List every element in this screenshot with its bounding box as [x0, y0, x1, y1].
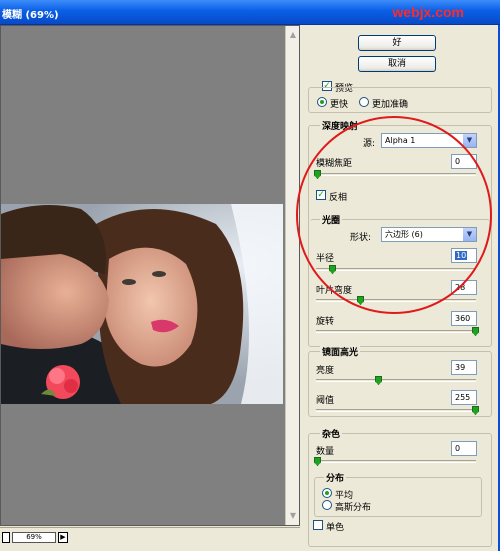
window-title: 模糊 (69%)	[2, 10, 59, 21]
zoom-out-button[interactable]	[2, 532, 10, 543]
brightness-field[interactable]: 39	[451, 360, 477, 375]
brightness-slider-track[interactable]	[316, 379, 476, 382]
scroll-up-icon[interactable]: ▲	[287, 29, 299, 41]
zoom-in-button[interactable]: ▶	[58, 532, 68, 543]
rotation-field[interactable]: 360	[451, 311, 477, 326]
preview-area	[0, 25, 300, 526]
gaussian-label: 高斯分布	[335, 503, 372, 513]
scroll-down-icon[interactable]: ▼	[287, 510, 299, 522]
ok-button[interactable]: 好	[358, 35, 436, 51]
distribution-heading: 分布	[324, 471, 347, 484]
title-bar: 模糊 (69%) webjx.com	[0, 0, 500, 25]
noise-heading: 杂色	[320, 427, 343, 440]
amount-field[interactable]: 0	[451, 441, 477, 456]
cancel-button[interactable]: 取消	[358, 56, 436, 72]
amount-slider-track[interactable]	[316, 460, 476, 463]
preview-vertical-scrollbar[interactable]: ▲ ▼	[285, 26, 299, 525]
faster-label: 更快	[330, 100, 349, 110]
faster-radio[interactable]	[317, 97, 327, 107]
specular-heading: 镜面高光	[320, 345, 361, 358]
threshold-slider-track[interactable]	[316, 409, 476, 412]
amount-label: 数量	[316, 447, 335, 457]
threshold-label: 阈值	[316, 396, 335, 406]
more-accurate-label: 更加准确	[372, 100, 409, 110]
brightness-label: 亮度	[316, 366, 335, 376]
monochrome-checkbox[interactable]	[313, 520, 323, 530]
triangle-right-icon: ▶	[60, 533, 66, 541]
rotation-slider-track[interactable]	[316, 330, 476, 333]
more-accurate-radio[interactable]	[359, 97, 369, 107]
status-bar: 69% ▶	[0, 527, 300, 551]
gaussian-radio[interactable]	[322, 500, 332, 510]
annotation-circle	[296, 116, 492, 314]
rotation-label: 旋转	[316, 317, 335, 327]
chevron-down-icon: ▼	[463, 134, 476, 147]
uniform-radio[interactable]	[322, 488, 332, 498]
monochrome-label: 单色	[326, 523, 345, 533]
threshold-field[interactable]: 255	[451, 390, 477, 405]
preview-photo	[1, 204, 283, 404]
zoom-level: 69%	[12, 532, 56, 543]
watermark: webjx.com	[392, 4, 464, 20]
